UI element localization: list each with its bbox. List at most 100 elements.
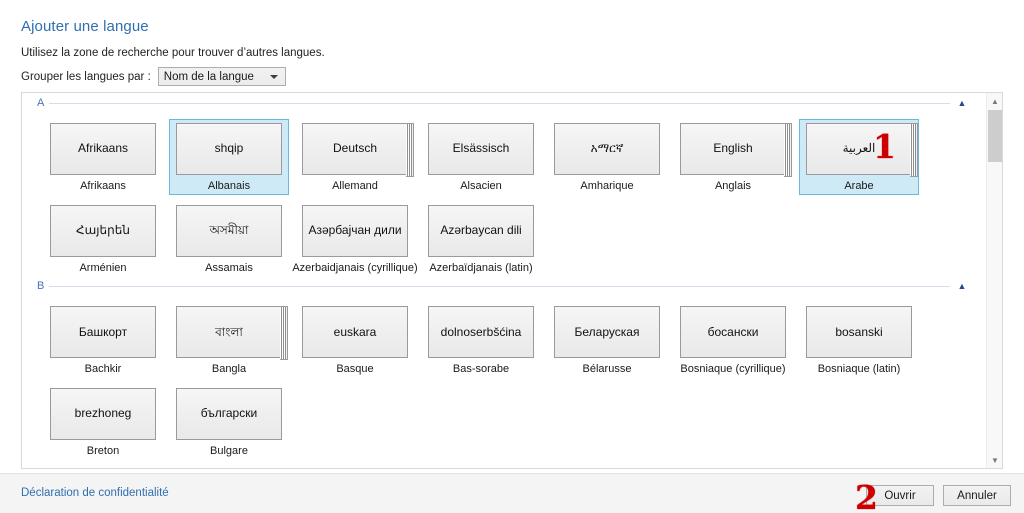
language-cell: български Bulgare [166,378,292,460]
chevron-up-icon[interactable]: ▲ [956,281,968,291]
language-cell: bosanski Bosniaque (latin) [796,296,922,378]
language-tile[interactable]: Азәрбајчан дили Azerbaidjanais (cyrilliqu… [292,201,418,277]
language-display-name: Basque [336,363,374,376]
language-tile-face[interactable]: العربية [806,123,918,177]
group-by-select[interactable]: Nom de la langue [157,67,286,86]
language-display-name: Amharique [580,180,634,192]
group-by-label: Grouper les langues par : [21,70,151,83]
language-display-name: Bas-sorabe [452,363,510,376]
language-native-name: shqip [214,141,244,156]
language-display-name: Albanais [207,180,251,192]
language-cell: shqip Albanais [166,113,292,195]
language-native-name: Азәрбајчан дили [308,223,402,238]
language-tile-face[interactable]: босански [680,306,786,359]
scrollbar-track[interactable] [988,162,1001,452]
language-tile-face[interactable]: Беларуская [554,306,660,359]
language-display-name: Azerbaidjanais (cyrillique) [292,261,418,274]
language-cell: Afrikaans Afrikaans [40,113,166,195]
language-native-name: brezhoneg [74,406,132,421]
add-language-dialog: Ajouter une langue Utilisez la zone de r… [0,0,1024,513]
language-tile-face[interactable]: አማርኛ [554,123,660,175]
language-tile-face[interactable]: bosanski [806,306,912,359]
language-tile[interactable]: অসমীয়া Assamais [169,201,289,277]
section-letter: A [37,97,45,109]
language-tile-face[interactable]: Башкорт [50,306,156,359]
language-native-name: অসমীয়া [209,223,249,238]
language-tile[interactable]: Deutsch Allemand [295,119,415,195]
language-tile-face[interactable]: Deutsch [302,123,414,177]
language-tile[interactable]: Elsässisch Alsacien [421,119,541,195]
language-tile-face[interactable]: shqip [176,123,282,175]
language-tile-face[interactable]: অসমীয়া [176,204,282,257]
language-cell: босански Bosniaque (cyrillique) [670,296,796,378]
language-tile-face[interactable]: euskara [302,306,408,359]
group-by-row: Grouper les langues par : Nom de la lang… [21,67,286,86]
language-tile-face[interactable]: Elsässisch [428,123,534,175]
language-display-name: Bosniaque (latin) [817,363,901,376]
language-tile[interactable]: dolnoserbšćina Bas-sorabe [421,302,541,378]
language-tile-face[interactable]: English [680,123,792,177]
group-by-value: Nom de la langue [163,70,254,83]
language-row: brezhoneg Breton български Bulgare [22,378,988,460]
language-tile[interactable]: አማርኛ Amharique [547,119,667,195]
language-native-name: বাংলা [215,324,243,339]
language-tile[interactable]: Беларуская Bélarusse [547,302,667,378]
language-native-name: Беларуская [574,324,640,339]
language-tile-face[interactable]: Азәрбајчан дили [302,204,408,257]
language-row: Башкорт Bachkir বাংলা Bangla euskara Basque do… [22,296,988,378]
language-tile[interactable]: বাংলা Bangla [169,302,289,378]
language-tile[interactable]: Afrikaans Afrikaans [43,119,163,195]
language-list-panel[interactable]: A ▲ Afrikaans Afrikaans shqip Albanais Deutsch… [21,92,1003,469]
language-cell: Elsässisch Alsacien [418,113,544,195]
language-native-name: Deutsch [332,141,378,156]
privacy-statement-link[interactable]: Déclaration de confidentialité [21,487,169,499]
language-tile[interactable]: Հայերեն Arménien [43,201,163,277]
language-tile[interactable]: босански Bosniaque (cyrillique) [673,302,793,378]
language-native-name: Azərbaycan dili [440,223,522,238]
language-tile[interactable]: Azərbaycan dili Azerbaïdjanais (latin) [421,201,541,277]
language-tile[interactable]: bosanski Bosniaque (latin) [799,302,919,378]
language-tile[interactable]: العربية Arabe [799,119,919,195]
language-display-name: Bélarusse [582,363,632,376]
language-display-name: Breton [86,444,120,457]
language-native-name: Башкорт [78,324,128,339]
language-tile-face[interactable]: Afrikaans [50,123,156,175]
section-header-b: B ▲ [35,276,968,296]
language-native-name: English [713,141,753,156]
language-display-name: Arménien [79,261,127,274]
section-letter: B [37,280,45,293]
language-cell: brezhoneg Breton [40,378,166,460]
language-tile-face[interactable]: Հայերեն [50,204,156,257]
language-cell: Deutsch Allemand [292,113,418,195]
vertical-scrollbar[interactable]: ▲ ▼ [986,93,1002,468]
page-title: Ajouter une langue [21,18,149,35]
language-native-name: dolnoserbšćina [440,324,522,339]
language-display-name: Arabe [844,180,874,192]
language-tile-face[interactable]: dolnoserbšćina [428,306,534,359]
language-tile-face[interactable]: Azərbaycan dili [428,204,534,257]
scroll-down-arrow-icon[interactable]: ▼ [987,452,1002,468]
language-display-name: Bosniaque (cyrillique) [680,363,786,376]
language-native-name: bosanski [835,324,883,339]
language-tile[interactable]: български Bulgare [169,384,289,460]
language-tile-face[interactable]: বাংলা [176,306,288,361]
language-tile-face[interactable]: brezhoneg [50,387,156,440]
language-display-name: Anglais [714,180,752,192]
language-tile[interactable]: Башкорт Bachkir [43,302,163,378]
language-tile[interactable]: brezhoneg Breton [43,384,163,460]
section-header-a: A ▲ [35,93,968,113]
cancel-button[interactable]: Annuler [943,485,1011,506]
language-tile-face[interactable]: български [176,387,282,440]
language-native-name: አማርኛ [590,141,624,156]
page-subtitle: Utilisez la zone de recherche pour trouv… [21,47,325,59]
language-tile[interactable]: euskara Basque [295,302,415,378]
language-tile[interactable]: shqip Albanais [169,119,289,195]
language-cell: euskara Basque [292,296,418,378]
chevron-up-icon[interactable]: ▲ [956,98,968,108]
language-native-name: Հայերեն [76,223,130,238]
scrollbar-thumb[interactable] [988,110,1002,162]
language-native-name: босански [707,324,759,339]
language-cell: አማርኛ Amharique [544,113,670,195]
scroll-up-arrow-icon[interactable]: ▲ [987,93,1002,109]
language-tile[interactable]: English Anglais [673,119,793,195]
